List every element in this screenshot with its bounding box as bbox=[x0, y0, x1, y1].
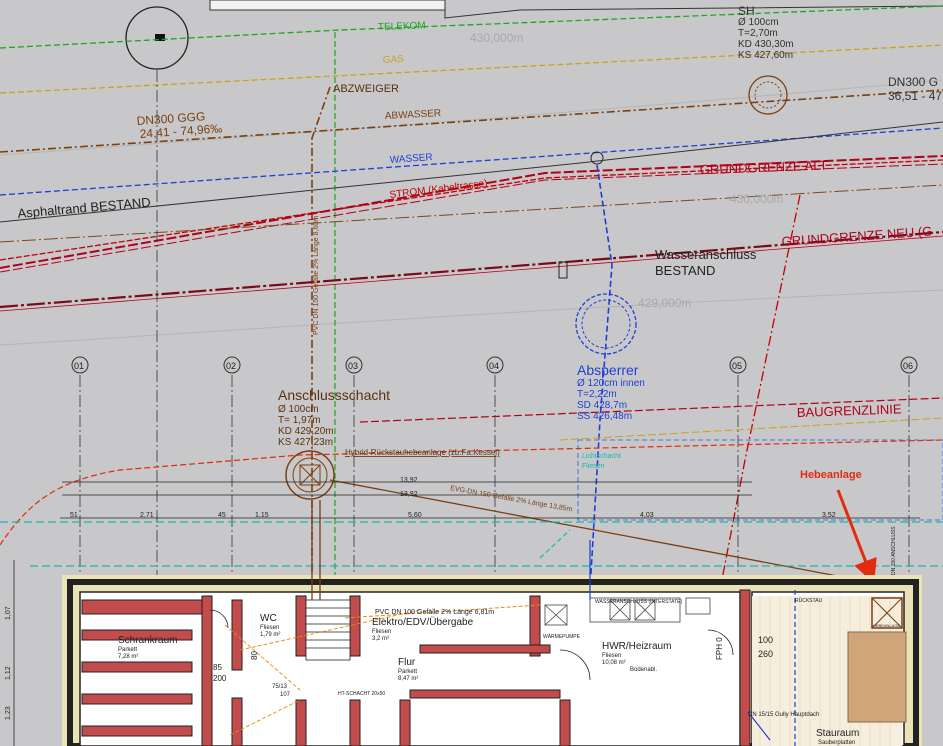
window-width: 100 bbox=[758, 635, 773, 645]
gully-label: DN 15/15 Gully Hauptdach bbox=[748, 712, 819, 718]
axis-label-03: 03 bbox=[348, 361, 358, 371]
door-75: 75/13 bbox=[272, 684, 288, 690]
elevation-429: 429,000m bbox=[638, 296, 691, 310]
axis-label-04: 04 bbox=[489, 361, 499, 371]
dimension-560: 5,60 bbox=[408, 512, 422, 519]
rueckstau-label: RÜCKSTAU bbox=[795, 597, 823, 604]
sh-depth: T=2,70m bbox=[738, 28, 778, 39]
abzweiger-label: ABZWEIGER bbox=[333, 83, 399, 95]
door-width-80: 80 bbox=[250, 651, 259, 660]
door-107: 107 bbox=[280, 692, 291, 698]
anschluss-depth: T= 1,97m bbox=[278, 415, 321, 426]
flur-material: Parkett bbox=[398, 669, 417, 675]
schrankraum-area: 7,28 m² bbox=[118, 654, 138, 660]
elektro-title: Elektro/EDV/Übergabe bbox=[372, 616, 474, 628]
axis-label-06: 06 bbox=[903, 361, 913, 371]
dn-anschluss-label: DN 150 ANSCHLUSS bbox=[891, 526, 897, 575]
dimension-45: 45 bbox=[218, 512, 226, 519]
wasseranschluss-box-label: WASSERANSCHLUSS (INTERSTATE) bbox=[595, 599, 682, 605]
anschluss-diameter: Ø 100cm bbox=[278, 404, 319, 415]
top-white-area bbox=[209, 0, 446, 11]
left-dimension-3: 1,23 bbox=[5, 706, 12, 720]
sh-kd: KD 430,30m bbox=[738, 39, 794, 50]
wasseranschluss-label-2: BESTAND bbox=[655, 263, 715, 278]
window-height: 260 bbox=[758, 649, 773, 659]
absperrer-diameter: Ø 120cm innen bbox=[577, 378, 645, 389]
fph-label: FPH 0 bbox=[715, 637, 724, 660]
site-plan: SH Ø 100cm T=2,70m KD 430,30m KS 427,60m… bbox=[0, 0, 943, 746]
left-dimension-2: 1,07 bbox=[5, 606, 12, 620]
absperrer-sd: SD 428,7m bbox=[577, 400, 627, 411]
dimension-51: 51 bbox=[70, 512, 78, 519]
hybrid-label: Hybrid-Rückstauhebeanlage (zb.Fa.Kessel) bbox=[345, 448, 500, 457]
schacht-label: HT-SCHACHT 20x50 bbox=[338, 691, 385, 697]
elektro-material: Fliesen bbox=[372, 629, 391, 635]
stauraum-material: Sauberplatten bbox=[818, 740, 855, 746]
wc-title: WC bbox=[260, 613, 277, 624]
axis-label-02: 02 bbox=[226, 361, 236, 371]
dimension-115: 1,15 bbox=[255, 512, 269, 519]
pvc-vertical-label: PVC DN 150 Gefälle 2% Länge 8,60m bbox=[313, 216, 320, 335]
anschluss-ks: KS 427,23m bbox=[278, 437, 333, 448]
elektro-area: 3,2 m² bbox=[372, 636, 389, 642]
absperrer-depth: T=2,22m bbox=[577, 389, 617, 400]
hebeanlage-callout: Hebeanlage bbox=[800, 469, 862, 481]
schrankraum-title: Schrankraum bbox=[118, 635, 177, 646]
dimension-1392b: 13,92 bbox=[400, 491, 418, 498]
hebeanlage-box-label: HEBEANLAGE bbox=[873, 623, 900, 628]
axis-label-05: 05 bbox=[732, 361, 742, 371]
door-height-200: 200 bbox=[213, 674, 227, 683]
anschluss-title: Anschlussschacht bbox=[278, 387, 390, 403]
flur-area: 8,47 m² bbox=[398, 676, 418, 682]
fliesen-green-label: Fliesen bbox=[582, 463, 605, 470]
wc-area: 1,79 m² bbox=[260, 632, 280, 638]
waermepumpe-label: WÄRMEPUMPE bbox=[543, 633, 581, 640]
absperrer-title: Absperrer bbox=[577, 362, 639, 378]
lichtschacht-label: Lichtschacht bbox=[582, 453, 621, 460]
left-dimension-1: 1,12 bbox=[5, 666, 12, 680]
door-width-85: 85 bbox=[213, 663, 222, 672]
schrankraum-material: Parkett bbox=[118, 647, 137, 653]
wc-material: Fliesen bbox=[260, 625, 279, 631]
flur-title: Flur bbox=[398, 657, 416, 668]
sh-diameter: Ø 100cm bbox=[738, 17, 779, 28]
dn300-right-label: DN300 G bbox=[888, 75, 938, 89]
gas-label: GAS bbox=[383, 54, 405, 66]
telekom-label: TELEKOM bbox=[378, 20, 426, 33]
dn300-right-value: 36,51 - 47 bbox=[888, 89, 942, 103]
pvc-horizontal-label: PVC DN 100 Gefälle 2% Länge 6,81m bbox=[375, 609, 494, 616]
stauraum-title: Stauraum bbox=[816, 728, 859, 739]
bodenablauf-label: Bodenabl. bbox=[630, 667, 657, 673]
wasseranschluss-label-1: Wasseranschluss bbox=[655, 247, 757, 262]
sh-title: SH bbox=[738, 4, 755, 18]
hwr-title: HWR/Heizraum bbox=[602, 641, 671, 652]
elevation-430-b: 430,000m bbox=[730, 192, 783, 206]
absperrer-ss: SS 426,48m bbox=[577, 411, 632, 422]
elevation-430: 430,000m bbox=[470, 31, 523, 45]
sh-ks: KS 427,60m bbox=[738, 50, 793, 61]
anschluss-kd: KD 429,20m bbox=[278, 426, 334, 437]
axis-label-01: 01 bbox=[74, 361, 84, 371]
hwr-material: Fliesen bbox=[602, 653, 621, 659]
hwr-area: 10,08 m² bbox=[602, 660, 626, 666]
dimension-352: 3,52 bbox=[822, 512, 836, 519]
dimension-1392: 13,92 bbox=[400, 477, 418, 484]
dimension-403: 4,03 bbox=[640, 512, 654, 519]
dimension-271: 2,71 bbox=[140, 512, 154, 519]
